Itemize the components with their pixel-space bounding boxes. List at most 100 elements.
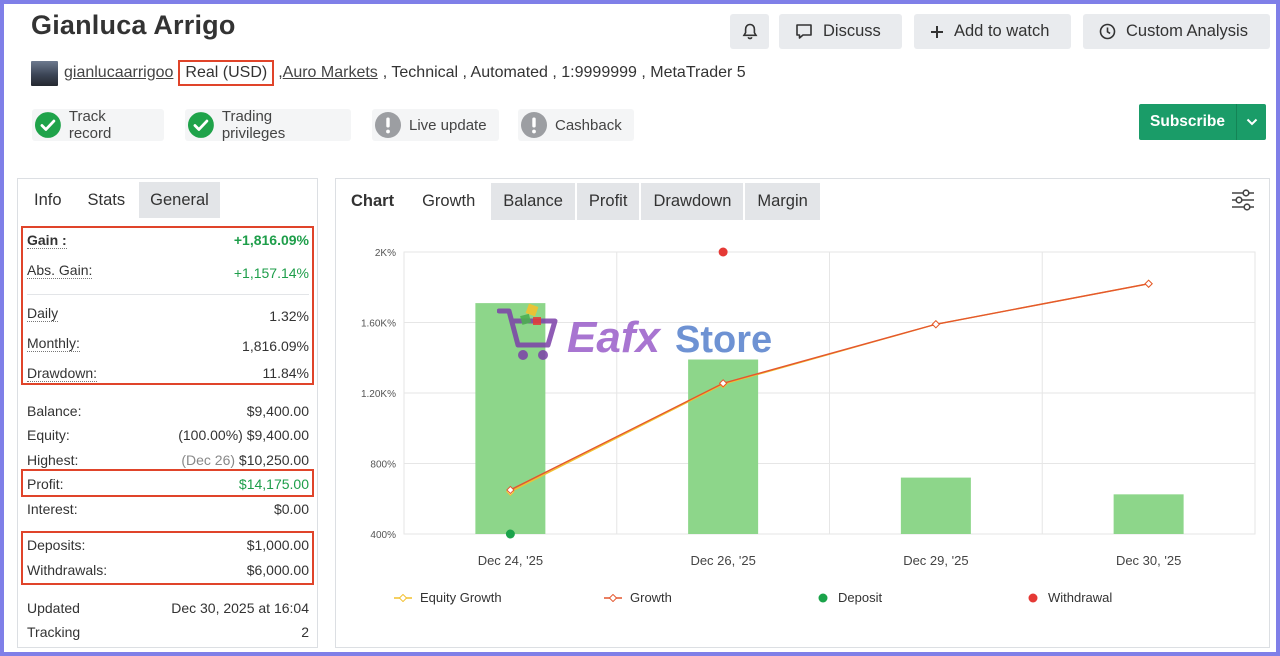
stat-value: $1,000.00 xyxy=(246,537,309,553)
account-info: gianlucaarrigoo Real (USD) , Auro Market… xyxy=(31,58,746,88)
series-point xyxy=(931,320,941,329)
stat-drawdown: Drawdown: 11.84% xyxy=(27,365,309,382)
bar xyxy=(1113,494,1184,534)
cashback-label: Cashback xyxy=(555,116,622,134)
legend-line-icon xyxy=(604,593,622,602)
chart-settings-button[interactable] xyxy=(1230,188,1256,217)
account-type: Real (USD) xyxy=(178,60,275,86)
stat-note: (100.00%) xyxy=(178,427,243,443)
bar xyxy=(900,477,971,534)
broker-link[interactable]: Auro Markets xyxy=(283,64,378,82)
x-tick-label: Dec 24, '25 xyxy=(478,553,543,568)
left-tabs: Info Stats General xyxy=(20,182,220,218)
legend-deposit[interactable]: Deposit xyxy=(818,590,882,605)
chart-tabs: Chart Growth Balance Profit Drawdown Mar… xyxy=(337,183,820,220)
stat-updated: Updated Dec 30, 2025 at 16:04 xyxy=(27,600,309,616)
stat-label: Drawdown: xyxy=(27,365,98,382)
legend-growth[interactable]: Growth xyxy=(604,590,672,605)
legend-withdrawal[interactable]: Withdrawal xyxy=(1028,590,1112,605)
stat-highest: Highest: (Dec 26) $10,250.00 xyxy=(27,452,309,468)
stat-daily: Daily 1.32% xyxy=(27,305,309,324)
y-tick-label: 2K% xyxy=(375,248,396,259)
stat-monthly: Monthly: 1,816.09% xyxy=(27,335,309,354)
tab-general[interactable]: General xyxy=(139,182,220,218)
tab-info[interactable]: Info xyxy=(20,182,76,218)
stat-equity: Equity: (100.00%) $9,400.00 xyxy=(27,427,309,443)
stat-deposits: Deposits: $1,000.00 xyxy=(27,537,309,553)
stat-value: 1.32% xyxy=(269,308,309,324)
event-point xyxy=(718,247,728,257)
custom-analysis-button[interactable]: Custom Analysis xyxy=(1083,14,1270,49)
stat-label: Gain : xyxy=(27,232,67,249)
stat-label: Daily xyxy=(27,305,59,322)
add-to-watch-button[interactable]: Add to watch xyxy=(914,14,1071,49)
stat-tracking: Tracking 2 xyxy=(27,624,309,640)
stat-gain: Gain : +1,816.09% xyxy=(27,232,309,249)
comment-icon xyxy=(796,24,812,39)
stat-value: $10,250.00 xyxy=(238,452,309,468)
notification-button[interactable] xyxy=(730,14,769,49)
subscribe-label: Subscribe xyxy=(1150,113,1225,130)
page-title: Gianluca Arrigo xyxy=(31,10,236,40)
avatar xyxy=(31,60,58,86)
track-record-label: Track record xyxy=(68,108,112,142)
stat-value: +1,157.14% xyxy=(233,265,309,281)
username-link[interactable]: gianlucaarrigoo xyxy=(64,64,173,82)
stat-label: Monthly: xyxy=(27,335,80,352)
stat-label: Highest: xyxy=(27,452,79,468)
stat-note: (Dec 26) xyxy=(181,452,236,468)
tab-profit[interactable]: Profit xyxy=(576,183,640,220)
cashback-badge[interactable]: Cashback xyxy=(518,109,634,141)
stat-interest: Interest: $0.00 xyxy=(27,501,309,517)
discuss-button[interactable]: Discuss xyxy=(779,14,902,49)
tab-drawdown[interactable]: Drawdown xyxy=(641,183,744,220)
stat-abs-gain: Abs. Gain: +1,157.14% xyxy=(27,262,309,281)
legend-line-icon xyxy=(394,593,412,602)
account-details: , Technical , Automated , 1:9999999 , Me… xyxy=(382,64,746,81)
stat-value: 11.84% xyxy=(262,365,309,381)
stat-label: Withdrawals: xyxy=(27,562,108,578)
event-point xyxy=(505,529,515,539)
clock-icon xyxy=(1099,23,1116,40)
stat-withdrawals: Withdrawals: $6,000.00 xyxy=(27,562,309,578)
y-tick-label: 1.60K% xyxy=(361,319,396,330)
stat-value: $6,000.00 xyxy=(246,562,309,578)
stat-value: $9,400.00 xyxy=(246,403,309,419)
stat-label: Abs. Gain: xyxy=(27,262,93,279)
y-tick-label: 1.20K% xyxy=(361,389,396,400)
stat-value: $9,400.00 xyxy=(246,427,309,443)
subscribe-button[interactable]: Subscribe xyxy=(1139,104,1266,140)
tab-stats[interactable]: Stats xyxy=(76,182,138,218)
stat-balance: Balance: $9,400.00 xyxy=(27,403,309,419)
stat-value: $0.00 xyxy=(273,501,309,517)
live-update-badge[interactable]: Live update xyxy=(372,109,499,141)
stat-label: Interest: xyxy=(27,501,78,517)
exclamation-circle-icon xyxy=(375,112,401,138)
stat-value: 1,816.09% xyxy=(242,338,309,354)
track-record-badge[interactable]: Track record xyxy=(32,108,164,142)
legend-label: Withdrawal xyxy=(1048,590,1113,605)
check-circle-icon xyxy=(188,112,214,138)
trading-privileges-label: Trading privileges xyxy=(221,108,286,142)
sliders-icon xyxy=(1232,189,1254,211)
stat-value: Dec 30, 2025 at 16:04 xyxy=(171,600,309,616)
y-tick-label: 400% xyxy=(370,530,396,541)
check-circle-icon xyxy=(35,112,61,138)
x-tick-label: Dec 26, '25 xyxy=(690,553,755,568)
legend-label: Equity Growth xyxy=(420,590,502,605)
exclamation-circle-icon xyxy=(521,112,547,138)
legend-label: Deposit xyxy=(838,590,883,605)
tab-margin[interactable]: Margin xyxy=(745,183,820,220)
tab-balance[interactable]: Balance xyxy=(491,183,575,220)
chevron-down-icon[interactable] xyxy=(1236,104,1266,140)
y-tick-label: 800% xyxy=(370,460,396,471)
legend-equity-growth[interactable]: Equity Growth xyxy=(394,590,502,605)
growth-chart: 400% 800% 1.20K% 1.60K% 2K% Dec 24, '25 Dec 26… xyxy=(361,247,1256,568)
tab-growth[interactable]: Growth xyxy=(408,183,489,220)
stat-label: Deposits: xyxy=(27,537,86,553)
stat-label: Equity: xyxy=(27,427,70,443)
custom-analysis-label: Custom Analysis xyxy=(1126,22,1248,40)
plus-icon xyxy=(931,25,943,38)
x-tick-label: Dec 29, '25 xyxy=(903,553,968,568)
trading-privileges-badge[interactable]: Trading privileges xyxy=(185,108,351,142)
